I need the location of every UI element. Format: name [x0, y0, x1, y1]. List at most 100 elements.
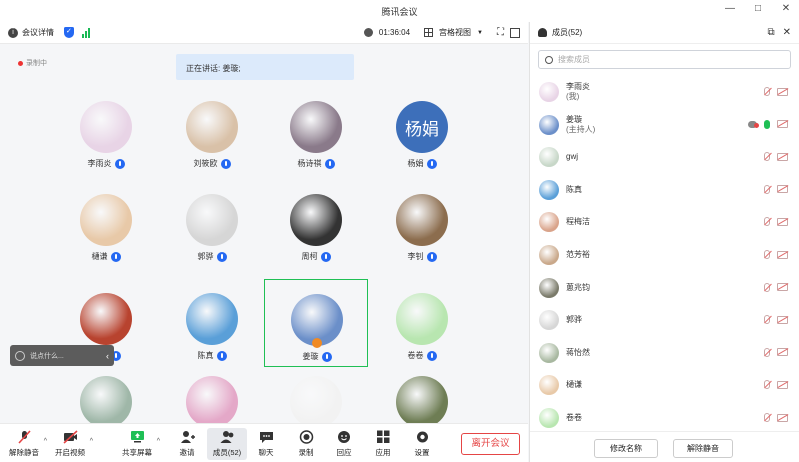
fullscreen-icon[interactable]: ⛶: [497, 27, 504, 38]
member-row[interactable]: gwj: [530, 141, 799, 173]
emoji-icon[interactable]: [15, 350, 25, 361]
video-tile[interactable]: 卷卷: [370, 279, 474, 367]
camera-off-icon[interactable]: [777, 185, 788, 194]
sidebar-toggle-icon[interactable]: [510, 27, 520, 38]
camera-off-icon[interactable]: [777, 87, 788, 96]
mic-muted-icon[interactable]: [764, 184, 770, 194]
camera-off-icon[interactable]: [777, 250, 788, 259]
mic-muted-icon[interactable]: [764, 315, 770, 325]
toolbar-apps-button[interactable]: 应用: [363, 428, 403, 460]
mic-on-icon[interactable]: [764, 119, 770, 129]
close-panel-icon[interactable]: ✕: [783, 27, 791, 38]
member-row[interactable]: 郭骅: [530, 304, 799, 336]
participant-avatar: [396, 293, 448, 345]
member-row[interactable]: 范芳裕: [530, 239, 799, 271]
minimize-icon[interactable]: —: [723, 3, 737, 14]
member-name: 郭骅: [566, 315, 582, 325]
camera-off-icon[interactable]: [777, 315, 788, 324]
video-tile[interactable]: 樋谦: [54, 180, 158, 268]
mic-muted-icon[interactable]: [764, 282, 770, 292]
video-tile[interactable]: 姜璇: [264, 279, 368, 367]
info-icon[interactable]: i: [8, 27, 18, 38]
toolbar-record-button[interactable]: 录制: [286, 428, 326, 460]
member-row[interactable]: 樋谦: [530, 369, 799, 401]
camera-off-icon[interactable]: [777, 380, 788, 389]
video-tile[interactable]: 郭骅: [160, 180, 264, 268]
chevron-up-icon[interactable]: ^: [90, 438, 93, 445]
maximize-icon[interactable]: □: [751, 3, 765, 14]
participant-name-text: 姜璇: [302, 352, 319, 361]
mic-muted-icon[interactable]: [764, 217, 770, 227]
camera-off-icon[interactable]: [777, 152, 788, 161]
camera-off-icon[interactable]: [777, 348, 788, 357]
mic-muted-icon: [17, 430, 32, 444]
grid-view-icon[interactable]: [424, 28, 434, 37]
toolbar-label: 应用: [375, 448, 391, 457]
toolbar-reaction-button[interactable]: 回应: [324, 428, 364, 460]
member-row[interactable]: 蒋怡然: [530, 337, 799, 369]
video-tile[interactable]: [160, 362, 264, 423]
camera-off-icon[interactable]: [777, 217, 788, 226]
participant-name: 李雨炎: [54, 158, 158, 169]
video-tile[interactable]: 李雨炎: [54, 87, 158, 175]
video-tile[interactable]: 杨诗祺: [264, 87, 368, 175]
mic-status-icon: [324, 158, 335, 169]
camera-off-icon[interactable]: [777, 120, 788, 129]
rename-button[interactable]: 修改名称: [594, 439, 658, 458]
toolbar-screen-share-button[interactable]: 共享屏幕 ^: [117, 428, 160, 460]
toolbar-chat-button[interactable]: 聊天: [246, 428, 286, 460]
quick-chat-input[interactable]: 说点什么... ‹: [10, 345, 114, 366]
mic-muted-icon[interactable]: [764, 87, 770, 96]
toolbar-invite-button[interactable]: 邀请: [167, 428, 207, 460]
video-tile[interactable]: [370, 362, 474, 423]
mic-muted-icon[interactable]: [764, 380, 770, 390]
video-tile[interactable]: 刘筱欧: [160, 87, 264, 175]
camera-off-icon[interactable]: [777, 283, 788, 292]
video-tile[interactable]: 杨娟 杨娟: [370, 87, 474, 175]
unmute-all-button[interactable]: 解除静音: [673, 439, 733, 458]
toolbar-camera-off-button[interactable]: 开启视频 ^: [50, 428, 93, 460]
mic-muted-icon[interactable]: [764, 347, 770, 357]
camera-off-icon[interactable]: [777, 413, 788, 422]
member-row[interactable]: 卷卷: [530, 402, 799, 434]
chevron-left-icon[interactable]: ‹: [106, 351, 109, 361]
member-role: (主持人): [566, 124, 596, 134]
chevron-down-icon[interactable]: ▼: [477, 30, 483, 36]
toolbar-mic-muted-button[interactable]: 解除静音 ^: [4, 428, 47, 460]
video-tile[interactable]: [54, 362, 158, 423]
network-warning-icon: [748, 120, 759, 128]
toolbar-members-button[interactable]: 成员(52): [207, 428, 247, 460]
video-tile[interactable]: 陈真: [160, 279, 264, 367]
video-tile[interactable]: [264, 362, 368, 423]
mic-muted-icon[interactable]: [764, 413, 770, 422]
toolbar-label: 共享屏幕: [122, 448, 152, 457]
leave-meeting-button[interactable]: 离开会议: [461, 433, 520, 455]
meeting-info-bar: i 会议详情 01:36:04 宫格视图 ▼ ⛶: [0, 22, 528, 44]
mic-status-icon: [114, 158, 125, 169]
member-row[interactable]: 程梅洁: [530, 206, 799, 238]
signal-strength-icon[interactable]: [82, 27, 90, 38]
video-tile[interactable]: 李钊: [370, 180, 474, 268]
member-avatar: [539, 245, 559, 265]
member-row[interactable]: 陈真: [530, 174, 799, 206]
view-mode-dropdown[interactable]: 宫格视图: [439, 27, 471, 38]
mic-muted-icon[interactable]: [764, 152, 770, 162]
toolbar-label: 解除静音: [9, 448, 39, 457]
security-shield-icon[interactable]: [64, 27, 74, 38]
toolbar-settings-button[interactable]: 设置: [402, 428, 442, 460]
video-tile[interactable]: 周柯: [264, 180, 368, 268]
mic-muted-icon[interactable]: [764, 250, 770, 259]
member-row[interactable]: 姜璇 (主持人): [530, 109, 799, 141]
close-icon[interactable]: ✕: [779, 3, 793, 14]
chevron-up-icon[interactable]: ^: [157, 438, 160, 445]
member-row[interactable]: 李雨炎 (我): [530, 76, 799, 108]
mic-status-icon: [321, 351, 332, 362]
member-controls: [764, 347, 788, 357]
popout-icon[interactable]: ⧉: [767, 27, 774, 38]
member-row[interactable]: 蔥兆钧: [530, 272, 799, 304]
meeting-details-link[interactable]: 会议详情: [22, 27, 54, 38]
chevron-up-icon[interactable]: ^: [44, 438, 47, 445]
member-search-input[interactable]: 搜索成员: [538, 50, 791, 69]
recording-dot-icon: [18, 60, 23, 66]
participant-avatar: [186, 376, 238, 423]
